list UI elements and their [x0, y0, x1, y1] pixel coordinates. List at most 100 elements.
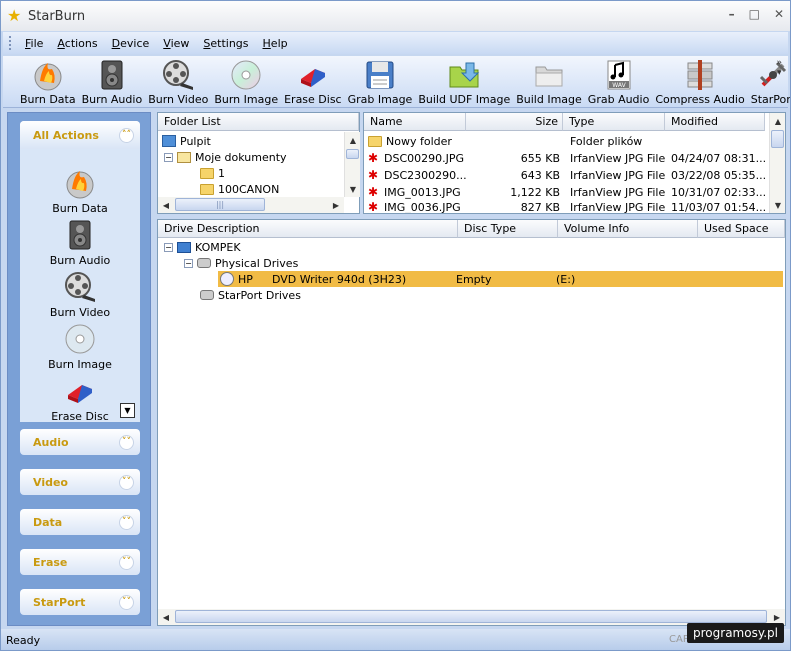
expand-chevron-icon[interactable]: ˅˅ — [119, 514, 134, 530]
compress-icon — [684, 59, 716, 91]
status-text: Ready — [6, 633, 41, 647]
folder-list-hscrollbar[interactable]: ◀ ||| ▶ — [158, 197, 344, 213]
burn-data-icon — [66, 171, 94, 199]
sidebar-section-data[interactable]: Data ˅˅ — [20, 509, 140, 535]
scroll-up-arrow-icon[interactable]: ▲ — [770, 113, 786, 129]
tree-item-computer[interactable]: − KOMPEK — [164, 239, 241, 255]
scroll-up-arrow-icon[interactable]: ▲ — [345, 132, 361, 148]
tree-item-100canon[interactable]: 100CANON — [200, 181, 279, 197]
burn-image-button[interactable]: Burn Image — [211, 56, 281, 106]
tree-item-physical-drives[interactable]: − Physical Drives — [184, 255, 298, 271]
file-row[interactable]: Nowy folder Folder plików — [368, 133, 766, 149]
sidebar-action-burn-image[interactable]: Burn Image — [20, 323, 140, 371]
all-actions-header[interactable]: All Actions ˄˄ — [20, 121, 140, 149]
sidebar-action-burn-data[interactable]: Burn Data — [20, 167, 140, 215]
grab-image-button[interactable]: Grab Image — [345, 56, 416, 106]
main-toolbar: Burn Data Burn Audio Burn Video Burn Ima… — [3, 56, 790, 108]
collapse-toggle-icon[interactable]: − — [184, 258, 193, 268]
scroll-down-arrow-icon[interactable]: ▼ — [345, 181, 361, 197]
wav-icon: WAV — [603, 59, 635, 91]
scroll-left-arrow-icon[interactable]: ◀ — [158, 609, 174, 625]
erase-disc-button[interactable]: Erase Disc — [281, 56, 345, 106]
starport-button[interactable]: StarPort — [748, 56, 790, 106]
disc-icon — [230, 59, 262, 91]
speaker-icon — [96, 59, 128, 91]
collapse-chevron-icon[interactable]: ˄˄ — [119, 127, 134, 143]
sidebar-section-erase[interactable]: Erase ˅˅ — [20, 549, 140, 575]
menu-view[interactable]: View — [156, 37, 196, 50]
build-image-button[interactable]: Build Image — [513, 56, 585, 106]
hscroll-thumb[interactable] — [175, 610, 767, 623]
window-title: StarBurn — [28, 8, 86, 24]
scroll-thumb[interactable] — [771, 130, 784, 148]
col-header-used-space[interactable]: Used Space — [698, 220, 785, 238]
folder-list-header[interactable]: Folder List — [158, 113, 359, 131]
minimize-button[interactable]: – — [729, 7, 735, 21]
build-udf-image-button[interactable]: Build UDF Image — [415, 56, 513, 106]
window-controls: – □ ✕ — [729, 7, 784, 21]
caps-lock-indicator: CAP — [669, 634, 689, 645]
film-reel-icon — [162, 59, 194, 91]
col-header-disc-type[interactable]: Disc Type — [458, 220, 558, 238]
file-row[interactable]: ✱ DSC00290.JPG 655 KB IrfanView JPG File… — [368, 150, 766, 166]
sidebar-action-burn-audio[interactable]: Burn Audio — [20, 219, 140, 267]
burn-video-button[interactable]: Burn Video — [145, 56, 211, 106]
file-list-pane: Name Size Type Modified Nowy folder Fold… — [363, 112, 786, 214]
expand-chevron-icon[interactable]: ˅˅ — [119, 474, 134, 490]
col-header-name[interactable]: Name — [364, 113, 466, 131]
burn-audio-button[interactable]: Burn Audio — [79, 56, 146, 106]
tree-item-moje-dokumenty[interactable]: − Moje dokumenty — [164, 149, 287, 165]
collapse-toggle-icon[interactable]: − — [164, 242, 173, 252]
menu-settings[interactable]: Settings — [196, 37, 255, 50]
col-header-type[interactable]: Type — [563, 113, 665, 131]
file-list-vscrollbar[interactable]: ▲ ▼ — [769, 113, 785, 213]
col-header-drive-description[interactable]: Drive Description — [158, 220, 458, 238]
menu-file[interactable]: File — [18, 37, 50, 50]
folder-list-vscrollbar[interactable]: ▲ ▼ — [344, 132, 360, 197]
scroll-right-arrow-icon[interactable]: ▶ — [328, 197, 344, 213]
compress-audio-button[interactable]: Compress Audio — [652, 56, 747, 106]
all-actions-panel: All Actions ˄˄ Burn Data Burn Audio Burn… — [20, 121, 140, 423]
hscroll-thumb[interactable]: ||| — [175, 198, 265, 211]
grab-audio-button[interactable]: WAV Grab Audio — [585, 56, 653, 106]
file-row[interactable]: ✱ IMG_0036.JPG 827 KB IrfanView JPG File… — [368, 201, 766, 213]
drive-row-selected[interactable]: HP DVD Writer 940d (3H23) Empty (E:) — [218, 271, 783, 287]
sidebar-section-starport[interactable]: StarPort ˅˅ — [20, 589, 140, 615]
folder-icon — [200, 183, 214, 195]
menu-device[interactable]: Device — [105, 37, 157, 50]
expand-chevron-icon[interactable]: ˅˅ — [119, 594, 134, 610]
sidebar-section-video[interactable]: Video ˅˅ — [20, 469, 140, 495]
scroll-down-arrow-icon[interactable]: ▼ — [770, 197, 786, 213]
task-sidebar: All Actions ˄˄ Burn Data Burn Audio Burn… — [7, 112, 151, 626]
restore-button[interactable]: □ — [749, 7, 760, 21]
tree-item-folder-1[interactable]: 1 — [200, 165, 225, 181]
dvd-drive-icon — [220, 272, 234, 286]
burn-data-button[interactable]: Burn Data — [17, 56, 79, 106]
scroll-thumb[interactable] — [346, 149, 359, 159]
file-row[interactable]: ✱ DSC2300290... 643 KB IrfanView JPG Fil… — [368, 167, 766, 183]
col-header-size[interactable]: Size — [466, 113, 563, 131]
tree-item-pulpit[interactable]: Pulpit — [162, 133, 211, 149]
sidebar-section-audio[interactable]: Audio ˅˅ — [20, 429, 140, 455]
folder-icon — [533, 59, 565, 91]
col-header-volume-info[interactable]: Volume Info — [558, 220, 698, 238]
irfanview-jpg-icon: ✱ — [368, 151, 379, 165]
irfanview-jpg-icon: ✱ — [368, 168, 379, 182]
scroll-left-arrow-icon[interactable]: ◀ — [158, 197, 174, 213]
scroll-down-arrow-icon[interactable]: ▼ — [120, 403, 135, 418]
toolbar-overflow-button[interactable]: » ▾ — [776, 58, 782, 78]
file-row[interactable]: ✱ IMG_0013.JPG 1,122 KB IrfanView JPG Fi… — [368, 184, 766, 200]
speaker-icon — [69, 220, 91, 250]
tree-item-starport-drives[interactable]: StarPort Drives — [200, 287, 301, 303]
menubar-grip[interactable] — [9, 36, 12, 50]
menu-actions[interactable]: Actions — [50, 37, 104, 50]
menu-help[interactable]: Help — [256, 37, 295, 50]
collapse-toggle-icon[interactable]: − — [164, 152, 173, 162]
expand-chevron-icon[interactable]: ˅˅ — [119, 554, 134, 570]
computer-icon — [177, 241, 191, 253]
sidebar-action-burn-video[interactable]: Burn Video — [20, 271, 140, 319]
expand-chevron-icon[interactable]: ˅˅ — [119, 434, 134, 450]
close-button[interactable]: ✕ — [774, 7, 784, 21]
title-bar[interactable]: ★ StarBurn – □ ✕ — [1, 1, 790, 31]
col-header-modified[interactable]: Modified — [665, 113, 765, 131]
